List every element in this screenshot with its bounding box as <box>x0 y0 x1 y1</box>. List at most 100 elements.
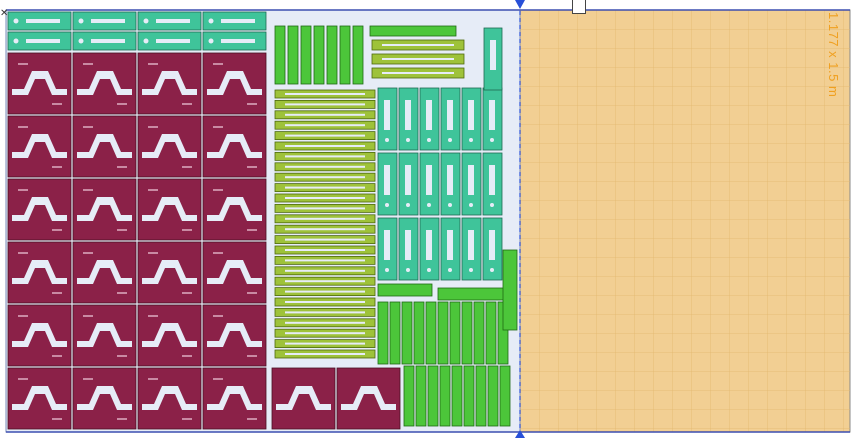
slotted-rail-part[interactable] <box>274 297 376 307</box>
clip-part[interactable] <box>499 365 511 427</box>
clip-part[interactable] <box>437 301 449 365</box>
panel-part[interactable] <box>137 115 202 178</box>
bracket-part[interactable] <box>482 217 503 281</box>
panel-part[interactable] <box>7 304 72 367</box>
clip-part[interactable] <box>427 365 439 427</box>
slotted-rail-part[interactable] <box>274 318 376 328</box>
bracket-part[interactable] <box>483 27 503 91</box>
slotted-rail-part[interactable] <box>274 339 376 349</box>
panel-part[interactable] <box>137 367 202 430</box>
panel-part[interactable] <box>202 52 267 115</box>
bracket-part[interactable] <box>202 31 267 51</box>
clip-part[interactable] <box>274 25 286 85</box>
slotted-rail-part[interactable] <box>371 67 465 79</box>
bracket-part[interactable] <box>137 11 202 31</box>
bracket-part[interactable] <box>440 152 461 216</box>
bracket-part[interactable] <box>398 217 419 281</box>
bracket-part[interactable] <box>72 11 137 31</box>
panel-part[interactable] <box>7 178 72 241</box>
bracket-part[interactable] <box>482 87 503 151</box>
clip-part[interactable] <box>437 287 505 301</box>
clip-part[interactable] <box>413 301 425 365</box>
clip-part[interactable] <box>352 25 364 85</box>
clip-part[interactable] <box>326 25 338 85</box>
slotted-rail-part[interactable] <box>274 131 376 141</box>
bracket-part[interactable] <box>7 31 72 51</box>
bracket-part[interactable] <box>7 11 72 31</box>
panel-part[interactable] <box>202 115 267 178</box>
slotted-rail-part[interactable] <box>274 349 376 359</box>
slotted-rail-part[interactable] <box>274 89 376 99</box>
bracket-part[interactable] <box>461 87 482 151</box>
clip-part[interactable] <box>461 301 473 365</box>
clip-part[interactable] <box>502 249 518 331</box>
clip-part[interactable] <box>485 301 497 365</box>
bracket-part[interactable] <box>461 152 482 216</box>
slotted-rail-part[interactable] <box>274 266 376 276</box>
bracket-part[interactable] <box>377 152 398 216</box>
slotted-rail-part[interactable] <box>274 110 376 120</box>
slotted-rail-part[interactable] <box>274 224 376 234</box>
slotted-rail-part[interactable] <box>274 120 376 130</box>
bracket-part[interactable] <box>202 11 267 31</box>
clip-part[interactable] <box>369 25 457 37</box>
bracket-part[interactable] <box>419 217 440 281</box>
bracket-part[interactable] <box>137 31 202 51</box>
panel-part[interactable] <box>336 367 401 430</box>
slotted-rail-part[interactable] <box>274 141 376 151</box>
bracket-part[interactable] <box>482 152 503 216</box>
clip-part[interactable] <box>425 301 437 365</box>
slotted-rail-part[interactable] <box>371 53 465 65</box>
clip-part[interactable] <box>475 365 487 427</box>
slotted-rail-part[interactable] <box>274 183 376 193</box>
slotted-rail-part[interactable] <box>274 255 376 265</box>
slotted-rail-part[interactable] <box>274 214 376 224</box>
bracket-part[interactable] <box>377 217 398 281</box>
slotted-rail-part[interactable] <box>274 245 376 255</box>
panel-part[interactable] <box>72 178 137 241</box>
clip-part[interactable] <box>377 283 433 297</box>
panel-part[interactable] <box>72 241 137 304</box>
clip-part[interactable] <box>300 25 312 85</box>
panel-part[interactable] <box>137 241 202 304</box>
clip-part[interactable] <box>449 301 461 365</box>
bracket-part[interactable] <box>398 152 419 216</box>
bracket-part[interactable] <box>440 217 461 281</box>
bracket-part[interactable] <box>440 87 461 151</box>
clip-part[interactable] <box>487 365 499 427</box>
panel-part[interactable] <box>7 52 72 115</box>
slotted-rail-part[interactable] <box>274 276 376 286</box>
clip-part[interactable] <box>339 25 351 85</box>
panel-part[interactable] <box>271 367 336 430</box>
clip-part[interactable] <box>439 365 451 427</box>
panel-part[interactable] <box>202 304 267 367</box>
slotted-rail-part[interactable] <box>274 235 376 245</box>
panel-part[interactable] <box>137 52 202 115</box>
slotted-rail-part[interactable] <box>274 162 376 172</box>
nesting-canvas[interactable] <box>0 0 857 438</box>
slotted-rail-part[interactable] <box>371 39 465 51</box>
clip-part[interactable] <box>473 301 485 365</box>
slotted-rail-part[interactable] <box>274 203 376 213</box>
panel-part[interactable] <box>7 367 72 430</box>
panel-part[interactable] <box>202 241 267 304</box>
bracket-part[interactable] <box>419 87 440 151</box>
slotted-rail-part[interactable] <box>274 287 376 297</box>
panel-part[interactable] <box>7 241 72 304</box>
bracket-part[interactable] <box>377 87 398 151</box>
slotted-rail-part[interactable] <box>274 151 376 161</box>
panel-part[interactable] <box>72 367 137 430</box>
bracket-part[interactable] <box>461 217 482 281</box>
panel-part[interactable] <box>137 178 202 241</box>
clip-part[interactable] <box>313 25 325 85</box>
clip-part[interactable] <box>463 365 475 427</box>
clip-part[interactable] <box>401 301 413 365</box>
panel-part[interactable] <box>72 304 137 367</box>
slotted-rail-part[interactable] <box>274 328 376 338</box>
panel-part[interactable] <box>137 304 202 367</box>
panel-part[interactable] <box>202 367 267 430</box>
clip-part[interactable] <box>389 301 401 365</box>
slotted-rail-part[interactable] <box>274 193 376 203</box>
clip-part[interactable] <box>377 301 389 365</box>
clip-part[interactable] <box>415 365 427 427</box>
